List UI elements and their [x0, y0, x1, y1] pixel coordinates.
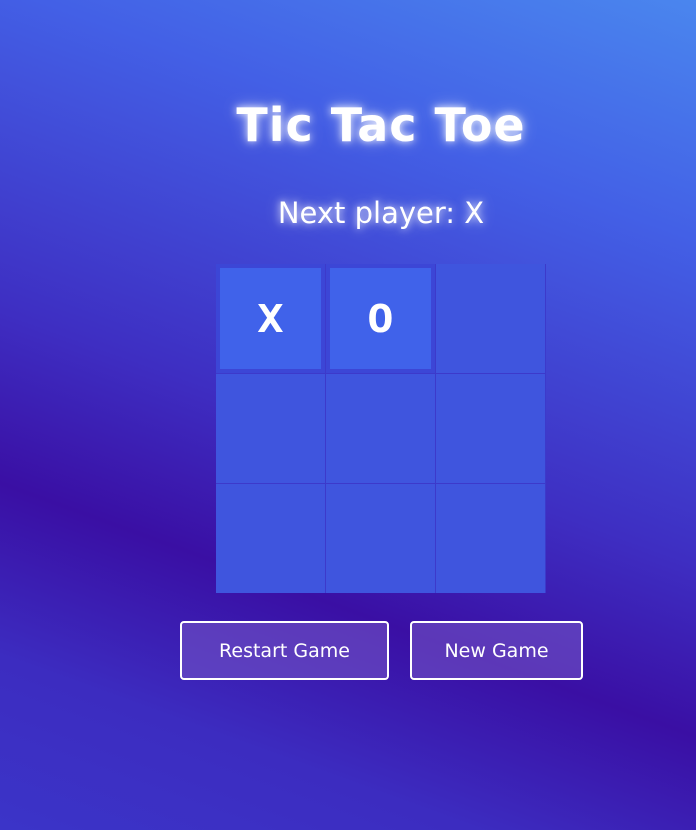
restart-game-button[interactable]: Restart Game — [180, 621, 389, 680]
board-cell-3[interactable] — [436, 264, 545, 373]
controls: Restart Game New Game — [180, 621, 583, 680]
board-cell-1[interactable]: X — [216, 264, 325, 373]
board-cell-8[interactable] — [326, 484, 435, 593]
board-cell-7[interactable] — [216, 484, 325, 593]
board-cell-9[interactable] — [436, 484, 545, 593]
game-board: X O — [216, 264, 546, 593]
board-cell-6[interactable] — [436, 374, 545, 483]
cell-mark: X — [257, 296, 284, 341]
board-cell-2[interactable]: O — [326, 264, 435, 373]
board-cell-4[interactable] — [216, 374, 325, 483]
new-game-button[interactable]: New Game — [410, 621, 583, 680]
game-title: Tic Tac Toe — [236, 98, 526, 152]
status-text: Next player: X — [277, 196, 485, 230]
cell-mark: O — [367, 296, 394, 341]
board-cell-5[interactable] — [326, 374, 435, 483]
